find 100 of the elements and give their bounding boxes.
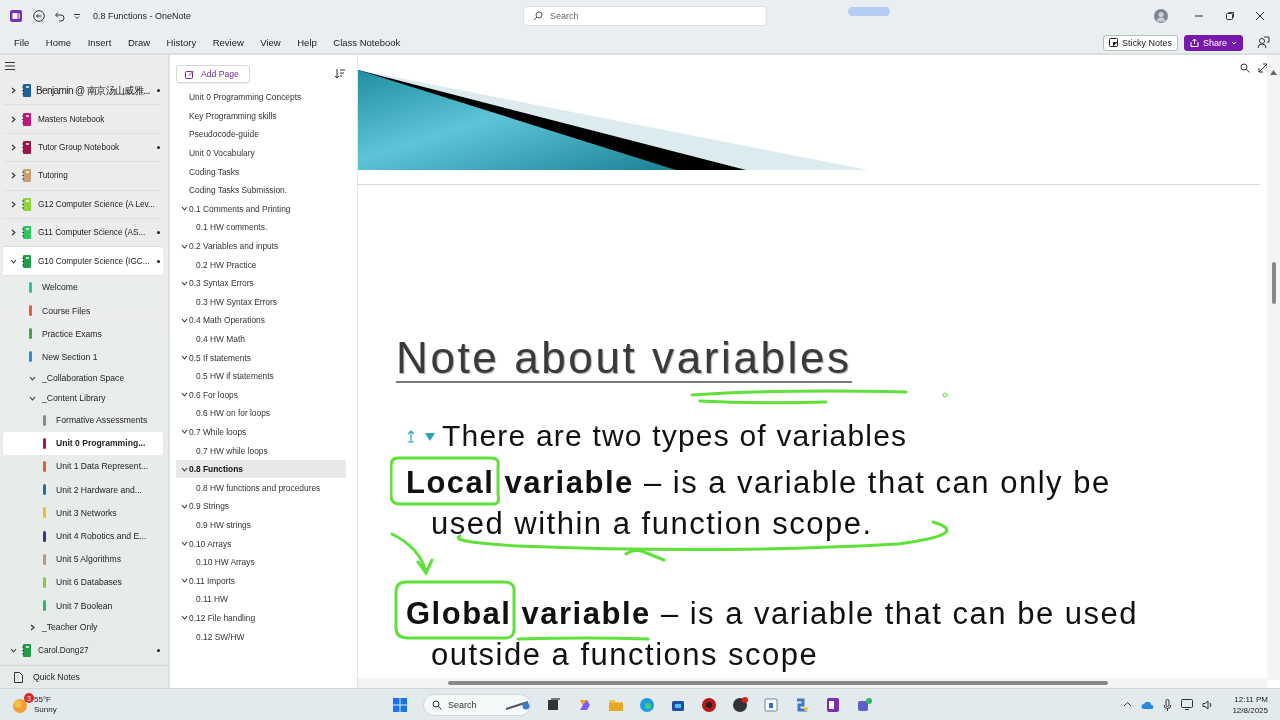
chevron-right-icon[interactable] <box>29 623 36 631</box>
feedback-icon[interactable] <box>1257 36 1270 49</box>
chevron-down-icon[interactable] <box>181 354 188 362</box>
notebook-item[interactable]: G10 Computer Science (IGC... <box>3 247 163 276</box>
page-item[interactable]: 0.10 HW Arrays <box>176 552 346 572</box>
scroll-thumb[interactable] <box>1271 262 1276 304</box>
chevron-down-icon[interactable] <box>181 391 188 399</box>
section-group-item[interactable]: _Teacher Only <box>3 617 163 638</box>
display-icon[interactable] <box>1181 699 1194 710</box>
page-item[interactable]: 0.3 HW Syntax Errors <box>176 292 346 312</box>
chevron-right-icon[interactable] <box>10 172 17 180</box>
taskbar-search-field[interactable]: Search <box>423 693 531 716</box>
quick-notes-link[interactable]: Quick Notes <box>33 672 80 682</box>
menu-tab[interactable]: Help <box>297 35 317 50</box>
section-item[interactable]: Practice Exams <box>3 322 163 346</box>
page-item[interactable]: 0.1 Comments and Printing <box>176 199 346 219</box>
notebook-item[interactable]: G12 Computer Science (A Lev... <box>3 190 163 219</box>
window-app-icon[interactable] <box>763 696 779 713</box>
chevron-down-icon[interactable] <box>181 242 188 250</box>
section-item[interactable]: Unit 4 Robotics and E... <box>3 524 163 548</box>
scroll-thumb[interactable] <box>448 681 1108 685</box>
page-item[interactable]: 0.6 For loops <box>176 385 346 405</box>
section-item[interactable]: Formative Assessments <box>3 408 163 432</box>
speaker-icon[interactable] <box>1202 699 1214 710</box>
section-item[interactable]: New Section 1 <box>3 345 163 369</box>
page-item[interactable]: Unit 0 Programming Concepts <box>176 88 346 107</box>
page-item[interactable]: Coding Tasks Submission. <box>176 180 346 200</box>
menu-tab[interactable]: Home <box>45 35 72 50</box>
chevron-down-icon[interactable] <box>181 502 188 510</box>
notebook-item[interactable]: Carol.Dong27 <box>3 637 163 665</box>
record-app-icon[interactable] <box>701 696 717 713</box>
page-item[interactable]: 0.8 Functions <box>176 459 346 479</box>
dropdown-caret-icon[interactable] <box>73 12 81 20</box>
chevron-right-icon[interactable] <box>10 200 17 208</box>
notebook-item[interactable]: Tutor Group Notebook <box>3 133 163 163</box>
page-item[interactable]: 0.8 HW functions and procedures <box>176 478 346 498</box>
page-item[interactable]: 0.2 Variables and inputs <box>176 236 346 256</box>
chevron-down-icon[interactable] <box>181 614 188 622</box>
page-item[interactable]: 0.12 SW/HW <box>176 627 346 646</box>
expand-icon[interactable] <box>1258 63 1268 73</box>
page-item[interactable]: 0.4 Math Operations <box>176 311 346 330</box>
add-page-button[interactable]: Add Page <box>176 65 250 83</box>
back-icon[interactable] <box>33 10 45 22</box>
chevron-down-icon[interactable] <box>181 316 188 324</box>
chevron-down-icon[interactable] <box>10 647 17 655</box>
teams-app-icon[interactable] <box>856 696 872 713</box>
page-item[interactable]: 0.11 HW <box>176 590 346 609</box>
section-group-item[interactable]: _Collaboration Space <box>3 368 163 389</box>
menu-icon[interactable] <box>5 62 15 70</box>
microphone-icon[interactable] <box>1163 698 1173 711</box>
page-item[interactable]: 0.10 Arrays <box>176 534 346 553</box>
chevron-right-icon[interactable] <box>10 115 17 123</box>
menu-tab[interactable]: Review <box>212 35 244 50</box>
chevron-down-icon[interactable] <box>181 465 188 473</box>
page-item[interactable]: 0.12 File handling <box>176 608 346 628</box>
share-button[interactable]: Share <box>1183 34 1243 51</box>
page-item[interactable]: Unit 0 Vocabulary <box>176 143 346 163</box>
cloud-icon[interactable] <box>1141 699 1155 710</box>
snake-app-icon[interactable] <box>794 696 810 713</box>
notebook-item[interactable]: Masters Notebook <box>3 105 163 134</box>
undo-icon[interactable] <box>53 10 65 22</box>
page-item[interactable]: Coding Tasks <box>176 162 346 181</box>
chevron-right-icon[interactable] <box>10 143 17 151</box>
section-item[interactable]: Unit 6 Databases <box>3 570 163 594</box>
menu-tab[interactable]: View <box>260 35 281 50</box>
menu-tab[interactable]: Insert <box>87 35 112 50</box>
chevron-right-icon[interactable] <box>10 87 17 95</box>
menu-tab[interactable]: Class Notebook <box>333 35 401 50</box>
chevron-down-icon[interactable] <box>10 257 17 265</box>
close-icon[interactable] <box>1255 11 1265 21</box>
section-item[interactable]: Unit 3 Networks <box>3 501 163 525</box>
section-item[interactable]: Course Files <box>3 298 163 323</box>
search-icon[interactable] <box>1240 63 1250 73</box>
sort-icon[interactable] <box>335 69 345 79</box>
page-item[interactable]: 0.11 Imports <box>176 571 346 591</box>
vertical-scrollbar[interactable] <box>1267 55 1280 680</box>
sticky-notes-button[interactable]: Sticky Notes <box>1102 34 1178 51</box>
horizontal-scrollbar[interactable] <box>358 678 1267 688</box>
page-item[interactable]: 0.2 HW Practice <box>176 255 346 274</box>
section-group-item[interactable]: _Content Library <box>3 388 163 409</box>
chevron-down-icon[interactable] <box>181 577 188 585</box>
menu-tab[interactable]: File <box>14 35 30 50</box>
chevron-down-icon[interactable] <box>181 205 188 213</box>
page-item[interactable]: 0.4 HW Math <box>176 329 346 349</box>
windows-logo-icon[interactable] <box>392 696 408 713</box>
menu-tab[interactable]: Draw <box>127 35 151 50</box>
search-field[interactable]: Search <box>523 6 767 26</box>
chevron-down-icon[interactable] <box>29 395 36 402</box>
page-item[interactable]: Pseudocode-guide <box>176 125 346 144</box>
page-item[interactable]: 0.5 If statements <box>176 348 346 367</box>
section-item[interactable]: Unit 5 Algorithms <box>3 547 163 571</box>
onenote-app-icon[interactable] <box>825 696 841 713</box>
dark-circle-icon[interactable] <box>732 696 748 713</box>
page-item[interactable]: 0.9 HW strings <box>176 515 346 535</box>
page-item[interactable]: 0.7 While loops <box>176 422 346 442</box>
section-item[interactable]: Unit 2 Hardware and... <box>3 478 163 502</box>
chevron-down-icon[interactable] <box>181 279 188 287</box>
section-item[interactable]: Unit 1 Data Represent... <box>3 454 163 479</box>
notebook-item[interactable]: Tutoring <box>3 162 163 191</box>
section-item[interactable]: Unit 0 Programming... <box>3 431 163 455</box>
